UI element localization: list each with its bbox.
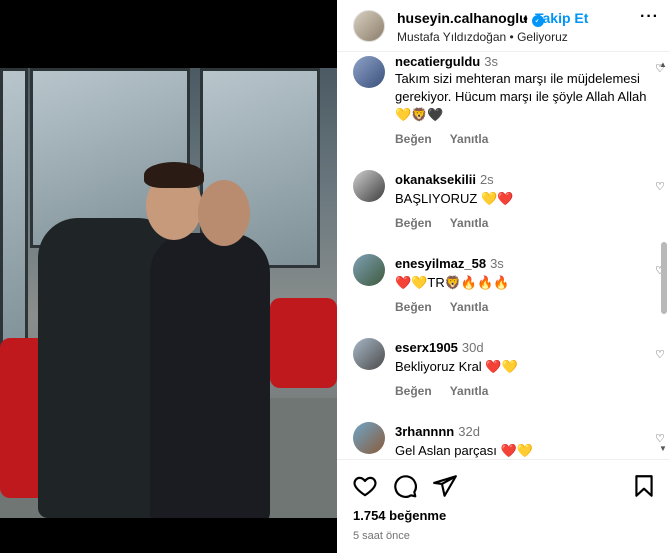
collaborator-link[interactable]: Mustafa Yıldızdoğan [397,30,506,44]
comment-actions: Beğen Yanıtla [395,384,506,398]
post-photo[interactable] [0,68,337,518]
instagram-post-modal: huseyin.calhanoglu ✓ • Takip Et Mustafa Y… [0,0,670,553]
comment-icon[interactable] [392,473,418,499]
comment-header: necatierguldu 3s [395,54,498,69]
comment-text: Takım sizi mehteran marşı ile müjdelemes… [395,71,647,122]
comment-like-button[interactable]: Beğen [395,300,432,314]
post-subline: Mustafa Yıldızdoğan • Geliyoruz [397,30,568,44]
comment-header: eserx1905 30d [395,340,484,355]
send-icon[interactable] [432,473,458,499]
person-right [150,233,270,518]
comment-time[interactable]: 2s [480,172,494,187]
comment-actions: Beğen Yanıtla [395,216,506,230]
subline-separator: • [509,30,514,44]
comment-actions: Beğen Yanıtla [395,132,506,146]
comment-heart-icon[interactable]: ♡ [655,348,665,361]
comment-text: BAŞLIYORUZ 💛❤️ [395,191,514,206]
post-header: huseyin.calhanoglu ✓ • Takip Et Mustafa Y… [337,0,670,52]
comment-time[interactable]: 3s [484,54,498,69]
comment-like-button[interactable]: Beğen [395,384,432,398]
commenter-avatar[interactable] [353,56,385,88]
commenter-avatar[interactable] [353,254,385,286]
author-username-text[interactable]: huseyin.calhanoglu [397,10,528,26]
comment-text: ❤️💛TR🦁🔥🔥🔥 [395,275,510,290]
post-time-ago[interactable]: 5 saat önce [353,530,410,542]
post-side-panel: huseyin.calhanoglu ✓ • Takip Et Mustafa Y… [337,0,670,553]
more-options-icon[interactable]: ··· [640,8,659,26]
commenter-avatar[interactable] [353,422,385,454]
comment-reply-button[interactable]: Yanıtla [450,216,489,230]
commenter-avatar[interactable] [353,170,385,202]
comment-time[interactable]: 3s [490,256,504,271]
comment-time[interactable]: 32d [458,424,480,439]
head-right [198,180,250,246]
scroll-down-arrow-icon[interactable]: ▼ [659,444,667,453]
comment-header: okanaksekilii 2s [395,172,494,187]
follow-button[interactable]: Takip Et [535,10,588,26]
likes-count[interactable]: 1.754 beğenme [353,508,446,523]
comment-header: enesyilmaz_58 3s [395,256,504,271]
comment-header: 3rhannnn 32d [395,424,480,439]
comment-text: Gel Aslan parçası ❤️💛 [395,443,533,458]
hair-left [144,162,204,188]
comment-text: Bekliyoruz Kral ❤️💛 [395,359,518,374]
comment-reply-button[interactable]: Yanıtla [450,132,489,146]
window [0,68,28,358]
comment-heart-icon[interactable]: ♡ [655,180,665,193]
comment-like-button[interactable]: Beğen [395,216,432,230]
comment-reply-button[interactable]: Yanıtla [450,300,489,314]
author-username[interactable]: huseyin.calhanoglu ✓ [397,10,544,27]
commenter-username[interactable]: okanaksekilii [395,172,476,187]
separator-dot: • [523,10,528,26]
audio-link[interactable]: Geliyoruz [517,30,568,44]
post-actions-footer: 1.754 beğenme 5 saat önce [337,459,670,553]
comment-time[interactable]: 30d [462,340,484,355]
comment-actions: Beğen Yanıtla [395,300,506,314]
bookmark-icon[interactable] [631,473,657,499]
commenter-username[interactable]: necatierguldu [395,54,480,69]
commenter-avatar[interactable] [353,338,385,370]
comment-reply-button[interactable]: Yanıtla [450,384,489,398]
comments-list: necatierguldu 3s Takım sizi mehteran marş… [337,52,670,459]
commenter-username[interactable]: enesyilmaz_58 [395,256,486,271]
red-sofa [270,298,337,388]
author-avatar[interactable] [353,10,385,42]
scroll-up-arrow-icon[interactable]: ▲ [659,60,667,69]
heart-icon[interactable] [352,473,378,499]
comment-like-button[interactable]: Beğen [395,132,432,146]
commenter-username[interactable]: eserx1905 [395,340,458,355]
commenter-username[interactable]: 3rhannnn [395,424,454,439]
post-media-area [0,0,337,553]
comments-scrollbar-thumb[interactable] [661,242,667,314]
